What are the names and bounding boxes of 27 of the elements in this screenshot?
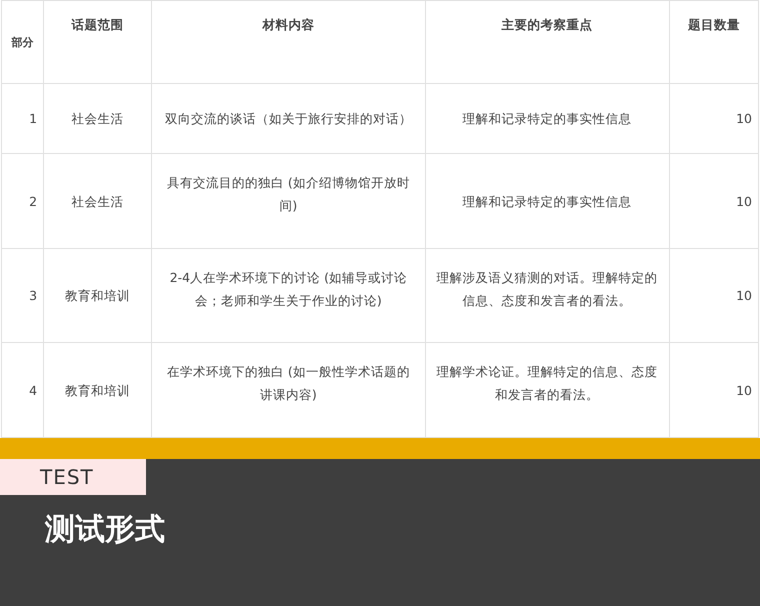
table-cell-text: 理解涉及语义猜测的对话。理解特定的信息、态度和发言者的看法。 (436, 268, 659, 310)
table-cell-text: 2-4人在学术环境下的讨论 (如辅导或讨论会；老师和学生关于作业的讨论) (168, 268, 408, 310)
table-cell-text: 教育和培训 (65, 382, 130, 400)
table-cell-text: 10 (736, 192, 752, 210)
table-cell-text: 教育和培训 (65, 287, 130, 305)
column-header: 材料内容 (262, 16, 314, 34)
table-cell-text: 社会生活 (72, 110, 124, 128)
table-cell-text: 4 (29, 382, 38, 400)
column-header: 话题范围 (72, 16, 124, 34)
table-cell-text: 10 (736, 287, 752, 305)
table-cell-text: 双向交流的谈话（如关于旅行安排的对话） (164, 110, 412, 128)
table-cell-text: 3 (29, 287, 38, 305)
column-header: 部分 (12, 35, 34, 51)
table-cell-text: 10 (736, 382, 752, 400)
table-cell-text: 社会生活 (72, 192, 124, 210)
table-cell-text: 在学术环境下的独白 (如一般性学术话题的讲课内容) (166, 363, 411, 404)
table-cell-text: 1 (29, 110, 38, 128)
table-cell-text: 理解学术论证。理解特定的信息、态度和发言者的看法。 (436, 363, 659, 404)
table-cell-text: 2 (29, 192, 38, 210)
table-cell-text: 具有交流目的的独白 (如介绍博物馆开放时间) (166, 174, 411, 215)
table-cell-text: 10 (736, 110, 752, 128)
section-tag: TEST (0, 459, 146, 495)
table-cell-text: 理解和记录特定的事实性信息 (462, 110, 632, 128)
table-cell-text: 理解和记录特定的事实性信息 (462, 192, 632, 210)
column-header: 主要的考察重点 (502, 16, 593, 34)
section-title: 测试形式 (45, 511, 165, 549)
column-header: 题目数量 (688, 16, 740, 34)
